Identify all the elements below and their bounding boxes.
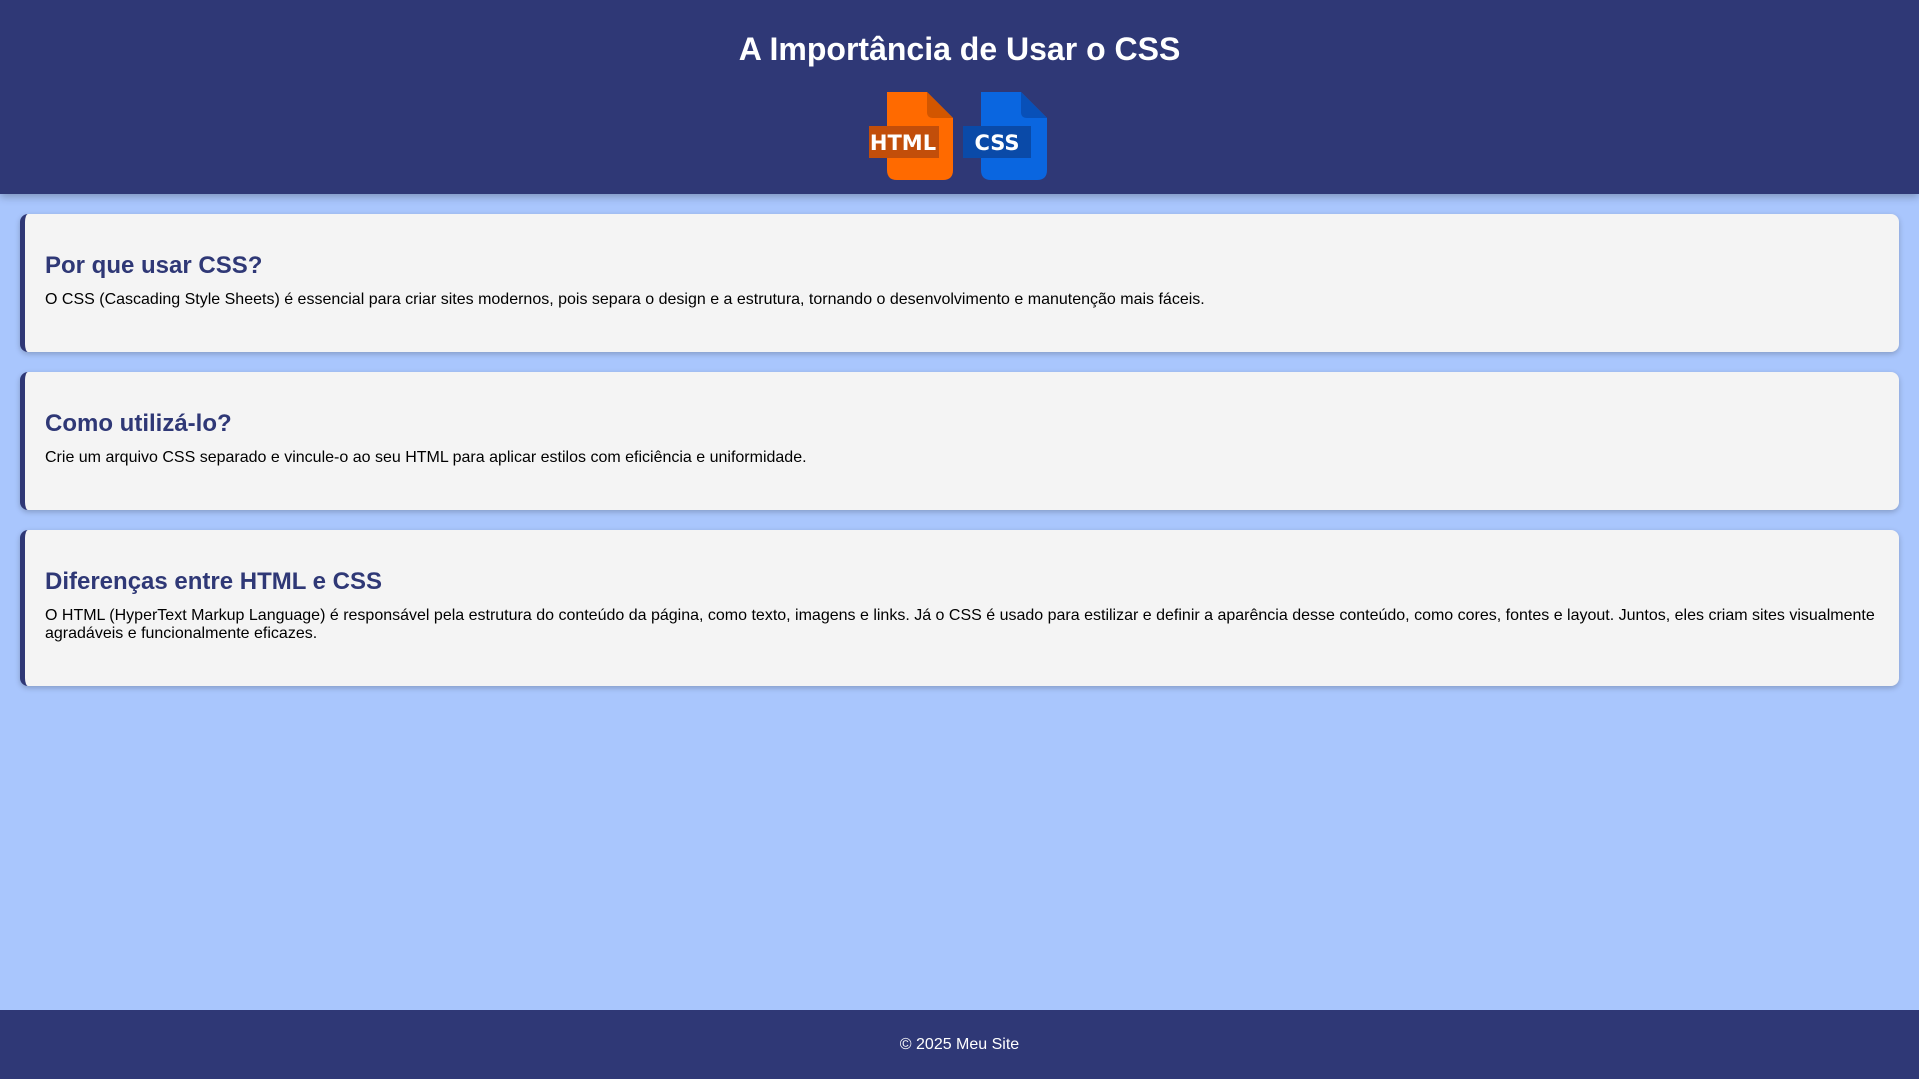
- page-header: A Importância de Usar o CSS HTML CSS: [0, 0, 1919, 194]
- section-card-differences: Diferenças entre HTML e CSS O HTML (Hype…: [20, 530, 1899, 686]
- section-title: Como utilizá-lo?: [45, 410, 232, 437]
- section-text: Crie um arquivo CSS separado e vincule-o…: [45, 449, 807, 466]
- html-file-icon: HTML: [869, 88, 955, 182]
- section-card-how-to-use: Como utilizá-lo? Crie um arquivo CSS sep…: [20, 372, 1899, 510]
- main-content: Por que usar CSS? O CSS (Cascading Style…: [20, 214, 1899, 706]
- css-icon-label: CSS: [974, 131, 1019, 155]
- footer-copyright: © 2025 Meu Site: [899, 1036, 1020, 1053]
- section-text: O CSS (Cascading Style Sheets) é essenci…: [45, 291, 1205, 308]
- css-file-icon: CSS: [963, 88, 1049, 182]
- logo-group: HTML CSS: [869, 88, 1049, 182]
- html-icon-label: HTML: [870, 131, 936, 155]
- page-footer: © 2025 Meu Site: [0, 1010, 1919, 1079]
- section-card-why-css: Por que usar CSS? O CSS (Cascading Style…: [20, 214, 1899, 352]
- section-title: Por que usar CSS?: [45, 252, 263, 279]
- section-title: Diferenças entre HTML e CSS: [45, 568, 382, 595]
- section-text: O HTML (HyperText Markup Language) é res…: [45, 607, 1875, 642]
- page-title: A Importância de Usar o CSS: [738, 31, 1181, 67]
